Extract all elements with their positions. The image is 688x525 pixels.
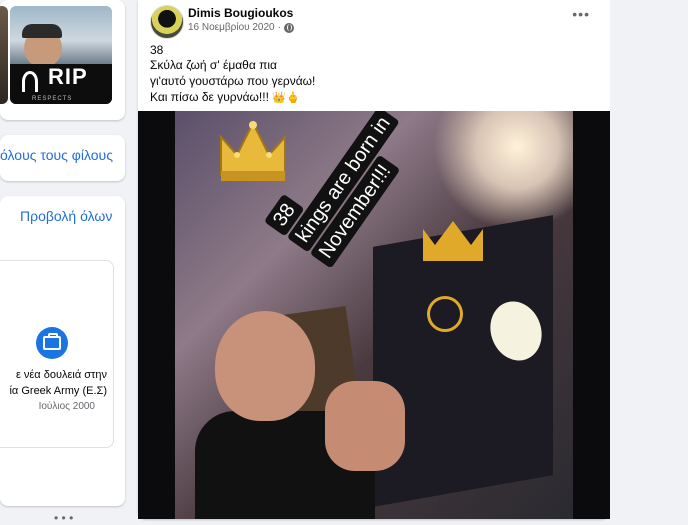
scorpion-decoration	[427, 296, 463, 332]
post-photo[interactable]: 38 kings are born in November!!!	[138, 111, 610, 519]
life-events-card: Προβολή όλων ε νέα δουλειά στην ία Greek…	[0, 196, 125, 506]
briefcase-icon	[36, 327, 68, 359]
friends-card: όλους τους φίλους	[0, 135, 125, 181]
author-avatar[interactable]	[150, 5, 184, 39]
bottom-marker: • • •	[54, 511, 74, 525]
globe-icon	[283, 22, 294, 33]
photos-card: RIP RESPECTS	[0, 0, 125, 120]
crown-middle-finger-emoji: 👑🖕	[272, 92, 300, 104]
photo-face	[215, 311, 315, 421]
post-text-line-4: Και πίσω δε γυρνάω!!! 👑🖕	[150, 90, 300, 104]
life-event-date: Ιούλιος 2000	[38, 401, 95, 412]
photo-person-cap	[22, 24, 62, 38]
dot-separator: ·	[277, 22, 281, 33]
post-text-line-3: γι'αυτό γουστάρω που γερνάω!	[150, 74, 316, 88]
right-gutter	[610, 0, 688, 519]
life-event-tile[interactable]: ε νέα δουλειά στην ία Greek Army (Ε.Σ) Ι…	[0, 260, 114, 448]
photo-light	[433, 111, 573, 231]
life-event-title-line1: ε νέα δουλειά στην	[15, 369, 107, 381]
photo-thumbnail-2[interactable]: RIP RESPECTS	[10, 6, 112, 104]
photo-hand	[325, 381, 405, 471]
rip-banner: RIP RESPECTS	[10, 64, 112, 104]
post-author-name[interactable]: Dimis Bougioukos	[188, 6, 293, 20]
post-card: Dimis Bougioukos 16 Νοεμβρίου 2020 · •••…	[138, 0, 610, 519]
post-text-line-2: Σκύλα ζωή σ' έμαθα πια	[150, 58, 277, 72]
respects-text: RESPECTS	[32, 96, 73, 102]
life-event-title-line2: ία Greek Army (Ε.Σ)	[9, 385, 107, 397]
post-text-line-1: 38	[150, 43, 164, 57]
photo-content: 38 kings are born in November!!!	[175, 111, 573, 519]
rip-text: RIP	[48, 64, 88, 89]
post-meta: 16 Νοεμβρίου 2020 ·	[188, 22, 294, 33]
photo-thumbnail-1[interactable]	[0, 6, 8, 104]
mourning-ribbon-icon	[22, 71, 38, 92]
see-all-friends-link[interactable]: όλους τους φίλους	[0, 147, 113, 163]
crown-sticker-icon	[220, 120, 286, 181]
view-all-link[interactable]: Προβολή όλων	[20, 208, 112, 224]
more-options-button[interactable]: •••	[572, 6, 590, 22]
post-date[interactable]: 16 Νοεμβρίου 2020	[188, 22, 275, 33]
post-text-line-4-text: Και πίσω δε γυρνάω!!!	[150, 90, 269, 104]
